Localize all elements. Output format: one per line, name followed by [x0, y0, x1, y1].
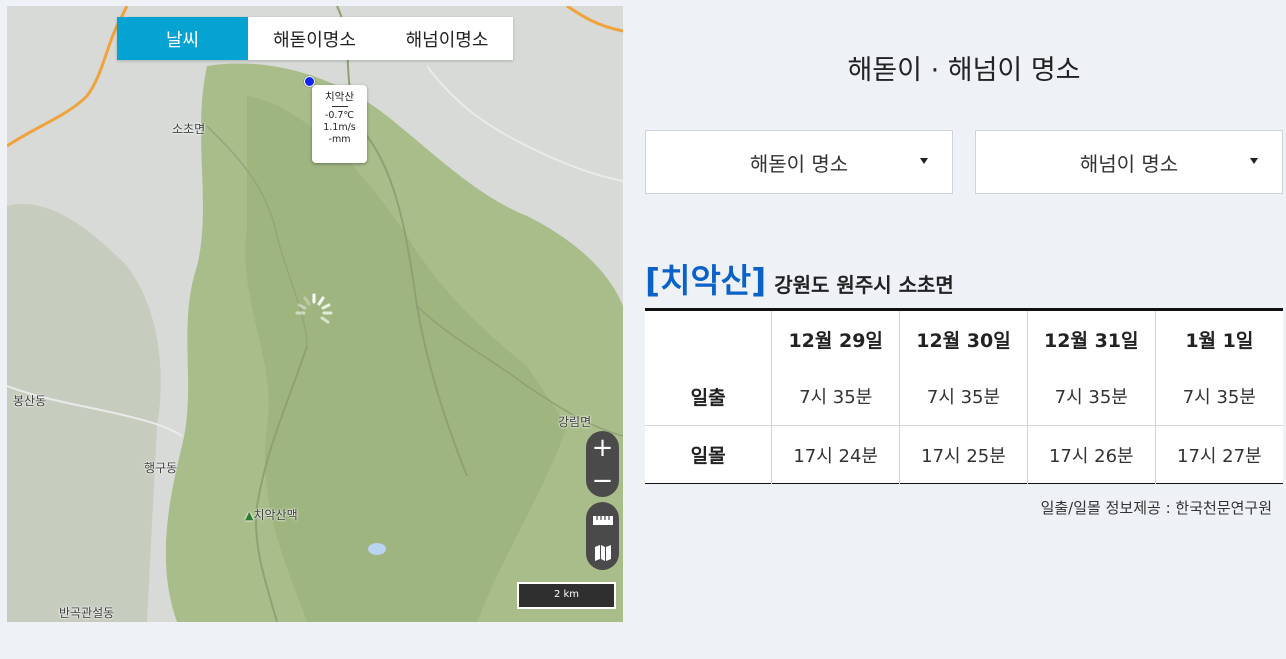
sunrise-time-cell: 7시 35분: [1027, 367, 1156, 426]
tab-weather[interactable]: 날씨: [117, 17, 248, 60]
table-date-header: 12월 31일: [1027, 309, 1156, 368]
sunset-time-cell: 17시 26분: [1027, 425, 1156, 484]
location-name: [치악산]: [645, 261, 767, 300]
map-tools-control: [586, 502, 619, 570]
sunset-spot-select[interactable]: 해넘이 명소: [975, 130, 1283, 194]
location-heading: [치악산] 강원도 원주시 소초면: [645, 254, 954, 302]
sunrise-time-cell: 7시 35분: [1182, 387, 1256, 409]
place-label-bongsan: 봉산동: [13, 394, 47, 408]
table-row-sunrise: 일출 7시 35분 7시 35분 7시 35분 7시 35분: [645, 367, 1283, 426]
zoom-out-button[interactable]: −: [586, 464, 619, 497]
weather-popup[interactable]: 치악산 -0.7℃ 1.1m/s -mm: [312, 85, 367, 163]
popup-divider: [331, 106, 348, 107]
table-row-sunset: 일몰 17시 24분 17시 25분 17시 26분 17시 27분: [645, 425, 1283, 484]
place-label-bangok: 반곡관설동: [59, 606, 115, 620]
place-label-chiaksan-range: ▲치악산맥: [245, 506, 298, 523]
popup-rain: -mm: [328, 134, 351, 145]
tab-sunset-spots[interactable]: 해넘이명소: [381, 17, 513, 60]
sunrise-sunset-table: 12월 29일 12월 30일 12월 31일 1월 1일 일출 7시 35분 …: [645, 308, 1283, 484]
table-corner-cell: [645, 309, 773, 368]
popup-wind: 1.1m/s: [323, 122, 356, 133]
sunrise-time-cell: 7시 35분: [771, 367, 901, 426]
table-header-row: 12월 29일 12월 30일 12월 31일 1월 1일: [645, 309, 1283, 368]
row-label-sunset: 일몰: [645, 425, 773, 484]
zoom-control: + −: [586, 431, 619, 497]
map-tab-bar: 날씨 해돋이명소 해넘이명소: [117, 17, 513, 60]
caret-down-icon: [1250, 158, 1258, 164]
popup-place-name: 치악산: [325, 91, 354, 103]
caret-down-icon: [920, 158, 928, 164]
table-date-header: 12월 30일: [899, 309, 1028, 368]
place-label-text: 치악산맥: [253, 508, 298, 522]
table-date-header: 1월 1일: [1185, 329, 1254, 352]
zoom-in-button[interactable]: +: [586, 431, 619, 464]
data-source-note: 일출/일몰 정보제공 : 한국천문연구원: [1040, 499, 1272, 517]
loading-spinner-icon: [294, 292, 334, 332]
sunset-time-cell: 17시 25분: [899, 425, 1028, 484]
sunrise-time-cell: 7시 35분: [899, 367, 1028, 426]
tab-sunrise-spots[interactable]: 해돋이명소: [248, 17, 381, 60]
place-label-haenggu: 행구동: [144, 461, 178, 475]
map-layers-icon[interactable]: [586, 536, 619, 570]
popup-temperature: -0.7℃: [324, 110, 355, 121]
table-date-header: 12월 29일: [771, 309, 901, 368]
page-title: 해돋이 · 해넘이 명소: [847, 55, 1081, 86]
sunset-select-label: 해넘이 명소: [1079, 151, 1179, 176]
row-label-sunrise: 일출: [645, 367, 773, 426]
map-view[interactable]: 날씨 해돋이명소 해넘이명소 소초면 봉산동 행구동 강림면 ▲치악산맥 반곡관…: [7, 6, 623, 622]
sunset-time-cell: 17시 27분: [1155, 425, 1283, 484]
location-address: 강원도 원주시 소초면: [774, 273, 954, 297]
sunrise-spot-select[interactable]: 해돋이 명소: [645, 130, 953, 194]
sunrise-select-label: 해돋이 명소: [749, 151, 849, 176]
ruler-icon[interactable]: [586, 502, 619, 536]
place-label-socho: 소초면: [172, 122, 206, 136]
sunset-time-cell: 17시 24분: [771, 425, 901, 484]
place-label-gangnim: 강림면: [558, 415, 592, 429]
scale-bar: 2 km: [517, 582, 616, 609]
